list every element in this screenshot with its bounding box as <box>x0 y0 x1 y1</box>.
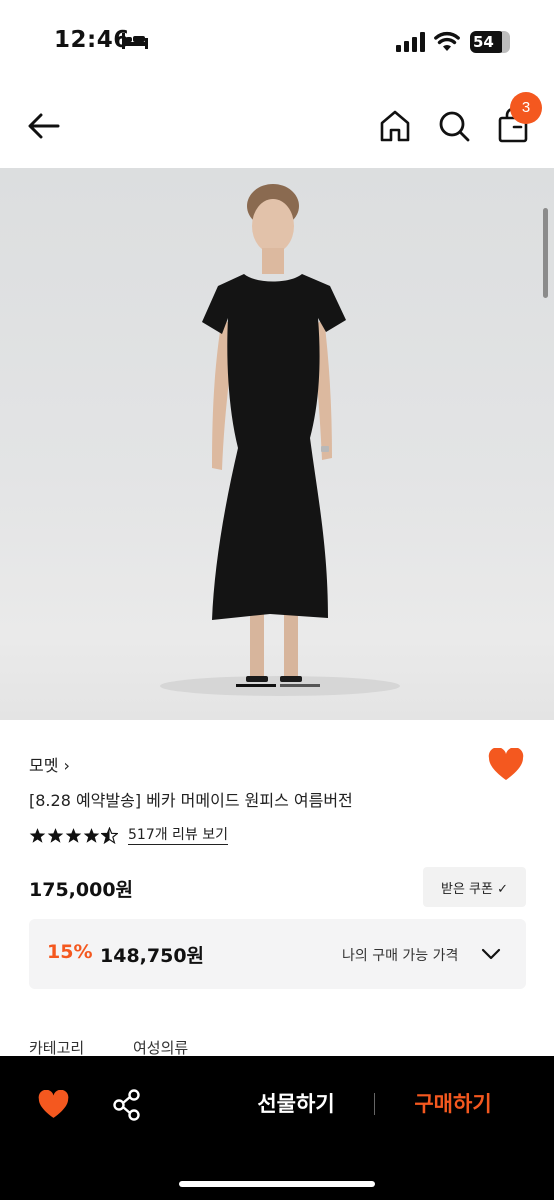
battery-level: 54 <box>470 31 505 53</box>
status-bar: 12:46 54 <box>0 0 554 84</box>
gift-button[interactable]: 선물하기 <box>230 1088 362 1122</box>
product-title: [8.28 예약발송] 베카 머메이드 원피스 여름버전 <box>29 791 353 810</box>
status-time: 12:46 <box>54 27 130 53</box>
dress-photo <box>160 184 400 696</box>
review-link[interactable]: 517개 리뷰 보기 <box>128 826 229 845</box>
image-scrollbar[interactable] <box>543 208 548 298</box>
home-icon[interactable] <box>378 108 412 144</box>
battery-icon: 54 <box>470 31 510 53</box>
discount-rate: 15% <box>47 941 93 963</box>
category-value[interactable]: 여성의류 <box>133 1037 188 1058</box>
rating-row: 517개 리뷰 보기 <box>29 823 229 847</box>
heart-icon[interactable] <box>38 1090 69 1120</box>
product-image[interactable] <box>0 168 554 720</box>
chevron-down-icon[interactable] <box>481 947 501 961</box>
search-icon[interactable] <box>437 108 471 144</box>
bottom-action-bar: 선물하기 구매하기 <box>0 1056 554 1200</box>
original-price: 175,000원 <box>29 879 134 901</box>
home-indicator <box>179 1181 375 1187</box>
nav-bar <box>0 84 554 168</box>
brand-link[interactable]: 모멧 › <box>29 752 70 776</box>
back-arrow-icon[interactable] <box>24 106 64 146</box>
received-coupon-button[interactable]: 받은 쿠폰 ✓ <box>423 867 526 907</box>
star-icon <box>47 827 64 843</box>
half-star-icon <box>101 826 118 844</box>
rating-stars <box>29 826 118 844</box>
star-icon <box>83 827 100 843</box>
heart-icon[interactable] <box>488 748 524 782</box>
buy-button[interactable]: 구매하기 <box>388 1088 518 1122</box>
discount-price-box[interactable]: 15% 148,750원 나의 구매 가능 가격 <box>29 919 526 989</box>
discount-price: 148,750원 <box>100 945 205 967</box>
star-icon <box>29 827 46 843</box>
category-label: 카테고리 <box>29 1039 85 1057</box>
star-icon <box>65 827 82 843</box>
bed-icon <box>122 33 148 49</box>
wifi-icon <box>434 31 460 51</box>
image-pagination <box>236 684 320 687</box>
cart-count-badge: 3 <box>510 92 542 124</box>
signal-icon <box>396 32 425 52</box>
share-icon[interactable] <box>112 1089 142 1121</box>
my-price-label: 나의 구매 가능 가격 <box>342 948 459 964</box>
button-divider <box>374 1093 375 1115</box>
